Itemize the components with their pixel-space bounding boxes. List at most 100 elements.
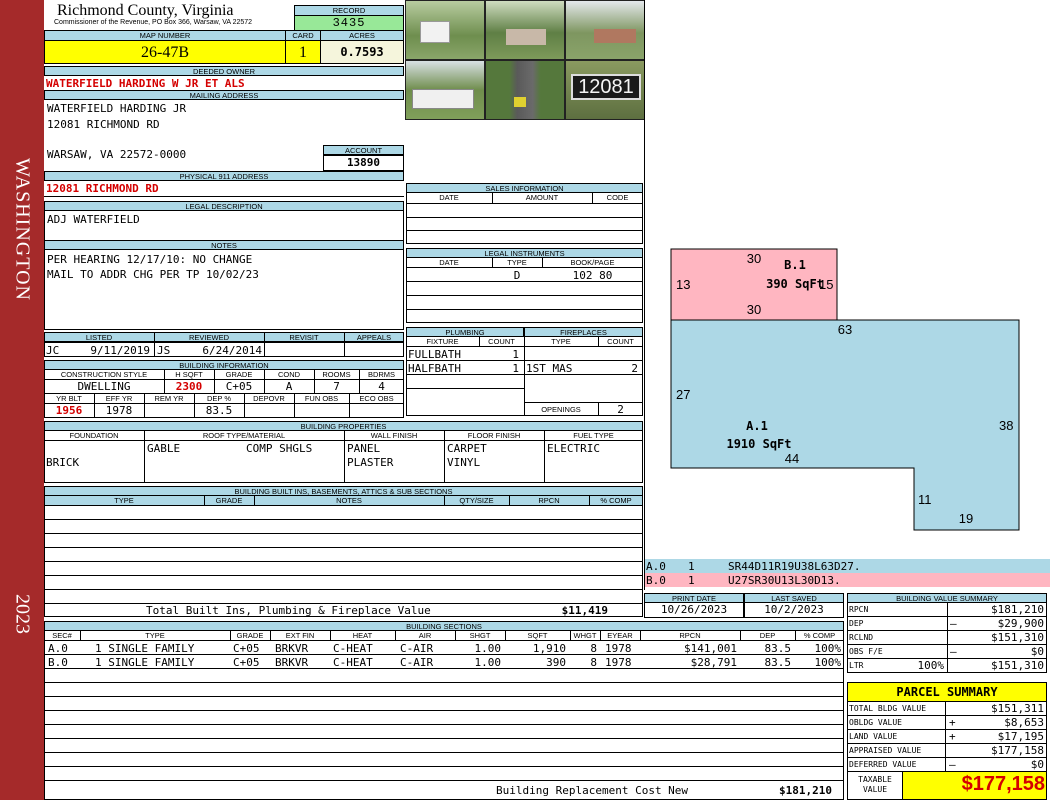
plumbing-row-2-count: 1 (512, 362, 519, 375)
fireplace-col-count: COUNT (607, 337, 634, 346)
sales-col-amount: AMOUNT (525, 193, 559, 202)
note-line-1: PER HEARING 12/17/10: NO CHANGE (47, 253, 253, 266)
last-saved: 10/2/2023 (744, 602, 844, 618)
sec-b-whgt: 8 (590, 656, 597, 669)
bi-yrblt: 1956 (55, 404, 83, 417)
legal-book-value: 102 80 (572, 269, 613, 282)
house-photo-3 (565, 0, 645, 60)
sec-a-dep: 83.5 (764, 642, 792, 655)
bi-col-rooms: ROOMS (322, 370, 351, 379)
map-number: 26-47B (44, 40, 286, 64)
sec-col-rpcn: RPCN (679, 631, 701, 640)
total-bldg-value: $151,311 (991, 702, 1044, 715)
side-district: WASHINGTON (11, 158, 34, 301)
sec-col-type: TYPE (145, 631, 165, 640)
fireplace-row-1-count: 2 (631, 362, 638, 375)
house-photo-1 (405, 0, 485, 60)
builtins-col-notes: NOTES (336, 496, 362, 505)
a-area: 1910 SqFt (726, 437, 791, 451)
taxable-label-2: VALUE (862, 785, 888, 794)
sec-a-shgt: 1.00 (474, 642, 502, 655)
a-left-dim: 27 (676, 387, 690, 402)
sales-col-code: CODE (606, 193, 629, 202)
b-area: 390 SqFt (766, 277, 824, 291)
bvs-rclnd-label: RCLND (849, 633, 874, 642)
mailing-line-2: 12081 RICHMOND RD (47, 118, 160, 131)
openings-value: 2 (617, 403, 624, 416)
a-notch-dim: 11 (918, 492, 932, 507)
deeded-owner-label: DEEDED OWNER (44, 66, 404, 76)
props-col-wall: WALL FINISH (370, 431, 418, 440)
taxable-label-1: TAXABLE (858, 775, 892, 784)
parcel-summary-title: PARCEL SUMMARY (847, 682, 1047, 702)
reviewed-label: REVIEWED (188, 333, 229, 342)
commissioner: Commissioner of the Revenue, PO Box 366,… (54, 19, 253, 26)
bi-col-funobs: FUN OBS (304, 394, 339, 403)
physical-address: 12081 RICHMOND RD (46, 182, 159, 195)
note-line-2: MAIL TO ADDR CHG PER TP 10/02/23 (47, 268, 259, 281)
sec-b-shgt: 1.00 (474, 656, 502, 669)
props-col-fuel: FUEL TYPE (573, 431, 614, 440)
building-sketch: 30 13 15 30 B.1 390 SqFt 63 27 38 44 11 … (670, 248, 1020, 531)
sec-col-sec: SEC# (52, 631, 72, 640)
sec-col-eyear: EYEAR (607, 631, 633, 640)
bvs-rclnd: $151,310 (991, 631, 1044, 644)
bi-col-remyr: REM YR (154, 394, 184, 403)
deferred-label: DEFERRED VALUE (849, 760, 917, 769)
props-col-floor: FLOOR FINISH (467, 431, 521, 440)
reviewed-date: 6/24/2014 (202, 344, 262, 357)
bi-col-ecoobs: ECO OBS (359, 394, 394, 403)
obldg-value: $8,653 (1004, 716, 1044, 729)
bi-col-depovr: DEPOVR (253, 394, 285, 403)
side-year: 2023 (11, 594, 34, 634)
sec-b-grade: C+05 (233, 656, 260, 669)
bi-effyr: 1978 (105, 404, 133, 417)
land-label: LAND VALUE (849, 732, 898, 741)
county-title: Richmond County, Virginia (57, 2, 234, 19)
listed-by: JC (46, 344, 60, 357)
bi-hsqft: 2300 (175, 380, 203, 393)
code-b-n: 1 (688, 574, 695, 587)
sec-b-type: 1 SINGLE FAMILY (95, 656, 195, 669)
address-sign-photo: 12081 (565, 60, 645, 120)
sec-col-air: AIR (418, 631, 432, 640)
plumbing-col-count: COUNT (488, 337, 515, 346)
fuel-type: ELECTRIC (547, 442, 600, 455)
taxable-value: $177,158 (961, 773, 1045, 795)
sec-a-extfin: BRKVR (275, 642, 309, 655)
builtins-col-type: TYPE (114, 496, 134, 505)
bvs-dep: $29,900 (997, 617, 1044, 630)
bi-col-hsqft: H SQFT (175, 370, 203, 379)
print-date: 10/26/2023 (644, 602, 744, 618)
sec-a-rpcn: $141,001 (684, 642, 737, 655)
side-band (0, 0, 44, 800)
legal-col-book: BOOK/PAGE (570, 258, 615, 267)
sales-col-date: DATE (439, 193, 459, 202)
bi-cond: A (285, 380, 293, 393)
roof-material: COMP SHGLS (246, 442, 313, 455)
code-a-n: 1 (688, 560, 695, 573)
bi-col-effyr: EFF YR (105, 394, 133, 403)
sec-col-shgt: SHGT (469, 631, 491, 640)
bi-dep: 83.5 (205, 404, 233, 417)
sec-b-rpcn: $28,791 (690, 656, 737, 669)
builtins-col-rpcn: RPCN (538, 496, 560, 505)
total-bldg-label: TOTAL BLDG VALUE (849, 704, 927, 713)
wall-finish-1: PANEL (347, 442, 381, 455)
sec-a-heat: C-HEAT (333, 642, 373, 655)
plumbing-row-2-fixture: HALFBATH (408, 362, 461, 375)
sec-a-id: A.0 (48, 642, 68, 655)
sec-a-sqft: 1,910 (532, 642, 566, 655)
code-a-id: A.0 (646, 560, 666, 573)
listed-date: 9/11/2019 (90, 344, 150, 357)
sec-b-eyear: 1978 (605, 656, 632, 669)
bi-col-bdrms: BDRMS (367, 370, 396, 379)
legal-col-date: DATE (439, 258, 459, 267)
code-b-code: U27SR30U13L30D13. (728, 574, 841, 587)
floor-finish-1: CARPET (447, 442, 487, 455)
bvs-rpcn-label: RPCN (849, 605, 869, 614)
legal-description: ADJ WATERFIELD (47, 213, 140, 226)
land-value: $17,195 (997, 730, 1044, 743)
sec-a-air: C-AIR (400, 642, 434, 655)
card-number: 1 (285, 40, 321, 64)
